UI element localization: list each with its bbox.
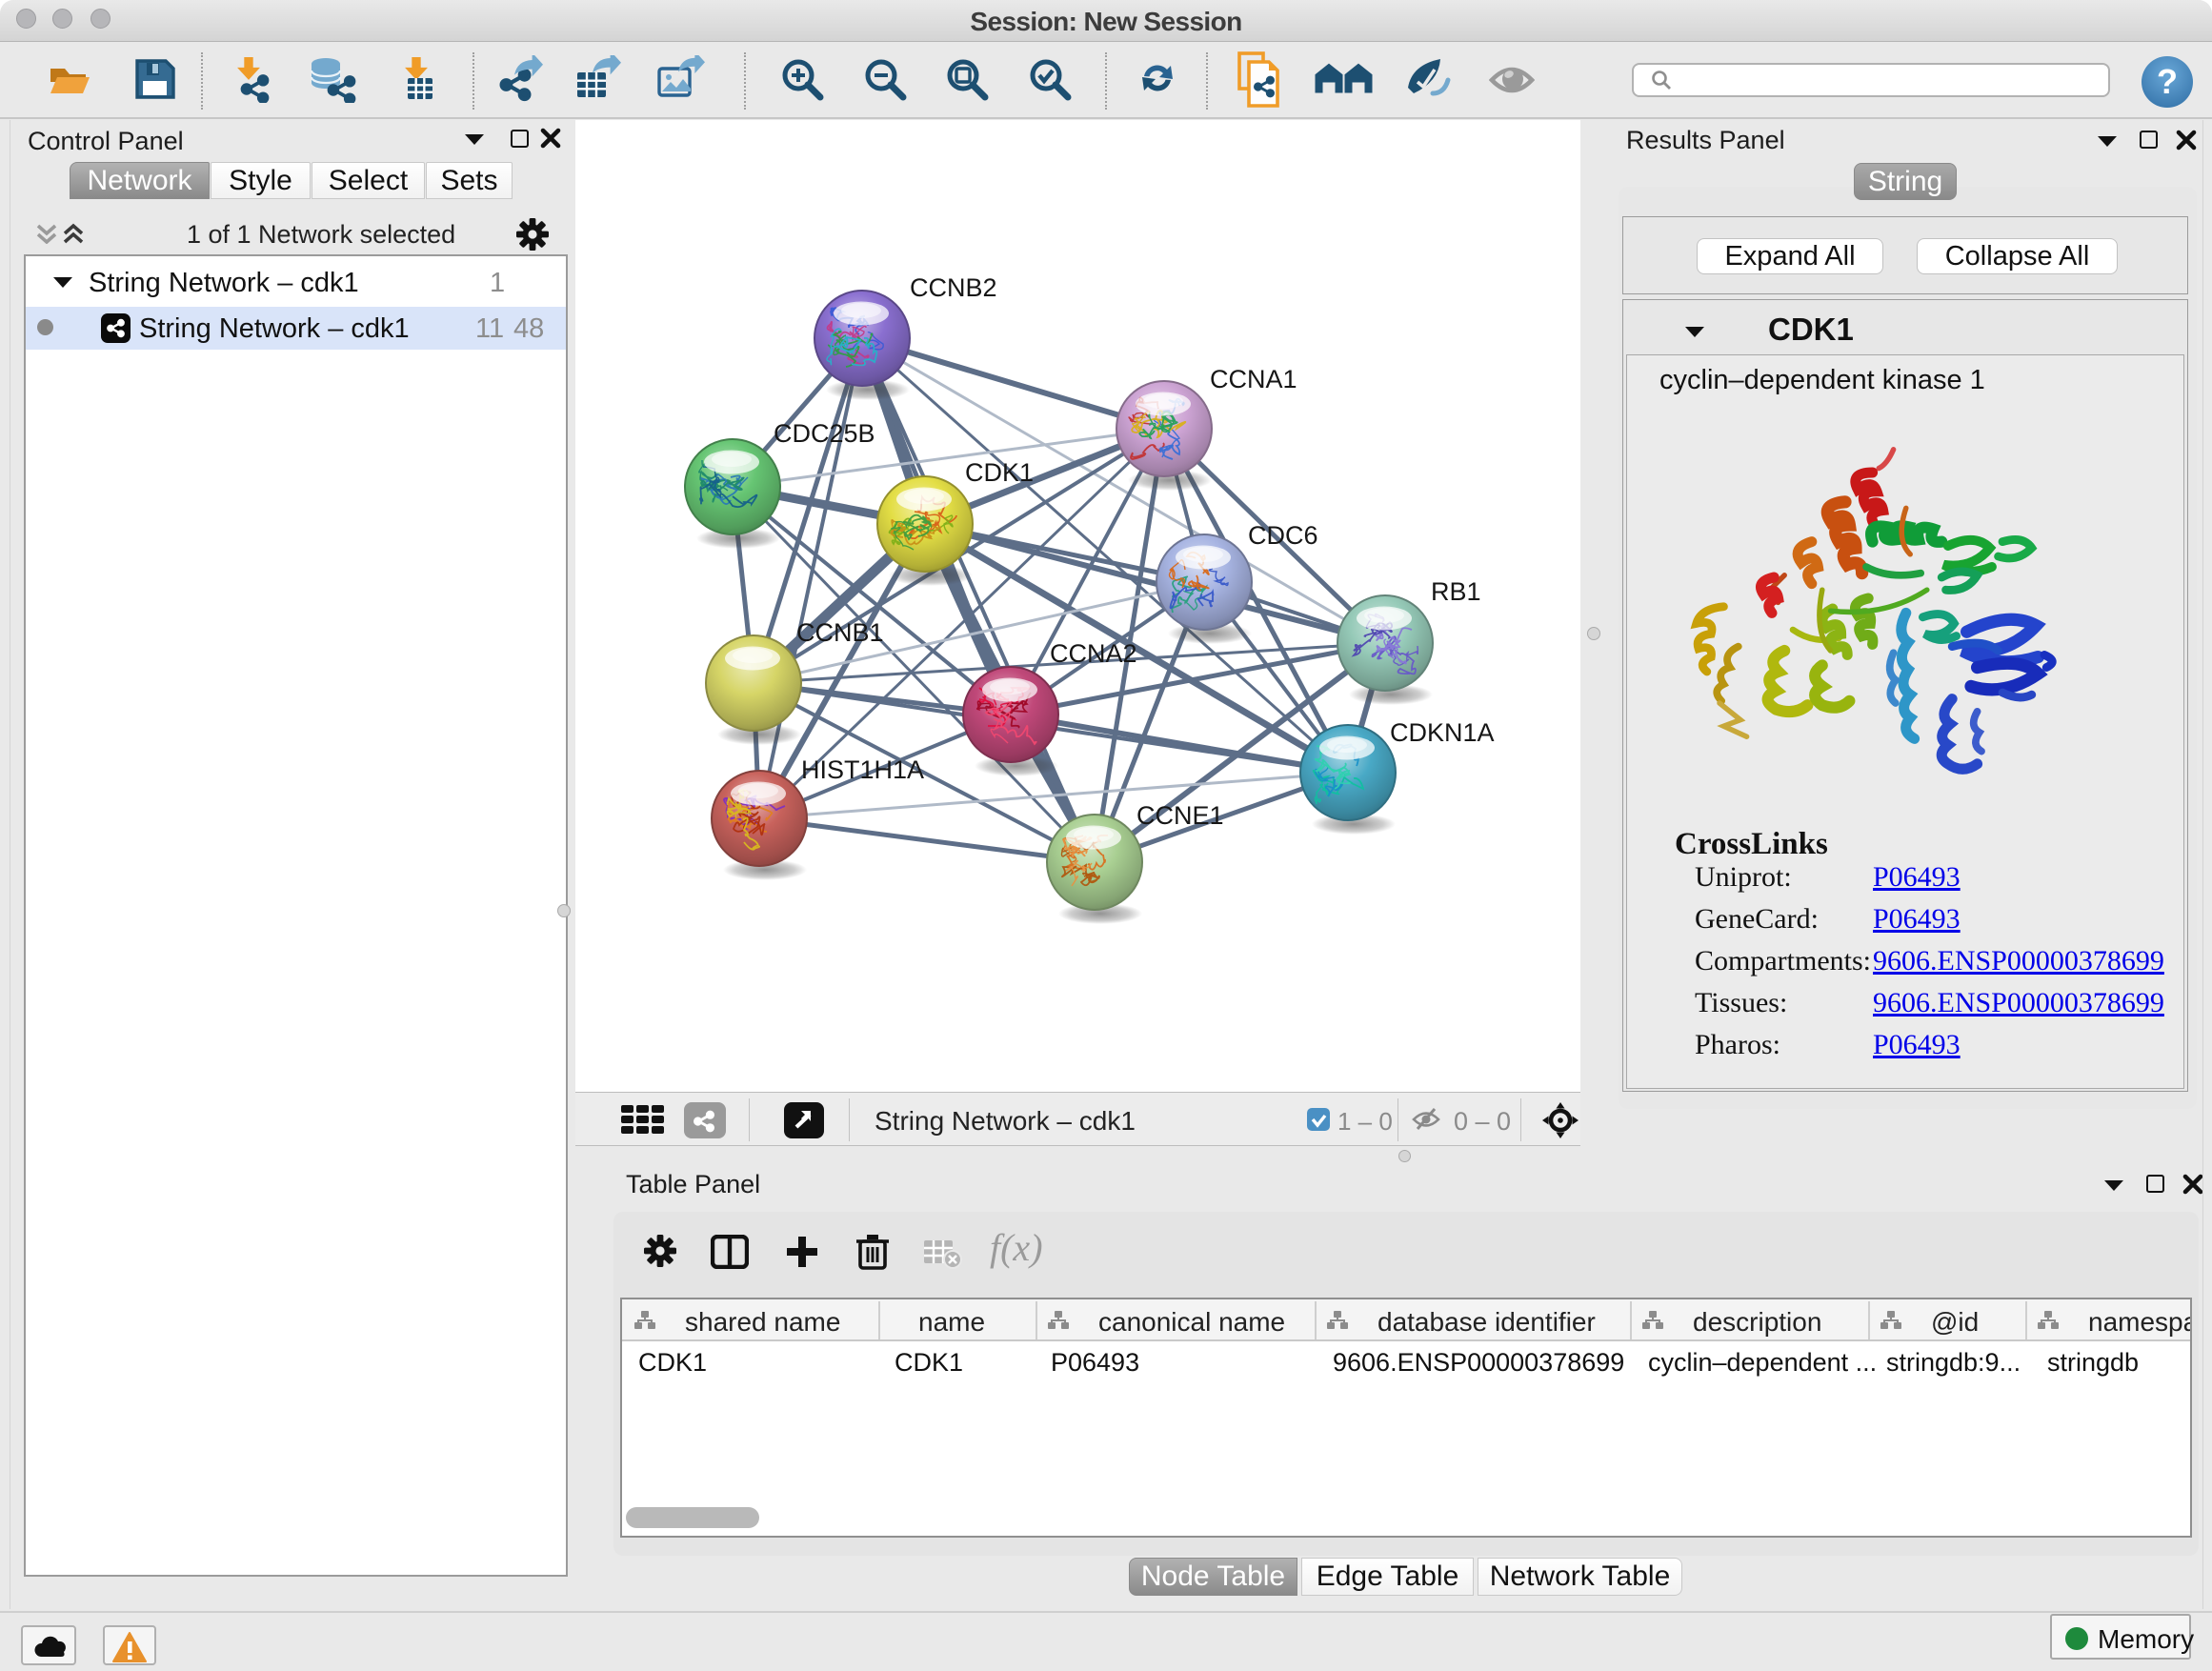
svg-text:CDC6: CDC6 xyxy=(1248,521,1318,550)
svg-text:CCNE1: CCNE1 xyxy=(1136,801,1224,830)
svg-text:CDC25B: CDC25B xyxy=(774,419,875,448)
svg-text:CDK1: CDK1 xyxy=(965,458,1034,487)
svg-text:CCNA1: CCNA1 xyxy=(1210,365,1297,393)
svg-text:CDKN1A: CDKN1A xyxy=(1390,718,1495,747)
svg-text:CCNB2: CCNB2 xyxy=(910,273,997,302)
svg-text:CCNA2: CCNA2 xyxy=(1050,639,1137,668)
svg-text:CCNB1: CCNB1 xyxy=(796,618,884,647)
svg-text:HIST1H1A: HIST1H1A xyxy=(801,755,924,784)
svg-text:RB1: RB1 xyxy=(1431,577,1481,606)
